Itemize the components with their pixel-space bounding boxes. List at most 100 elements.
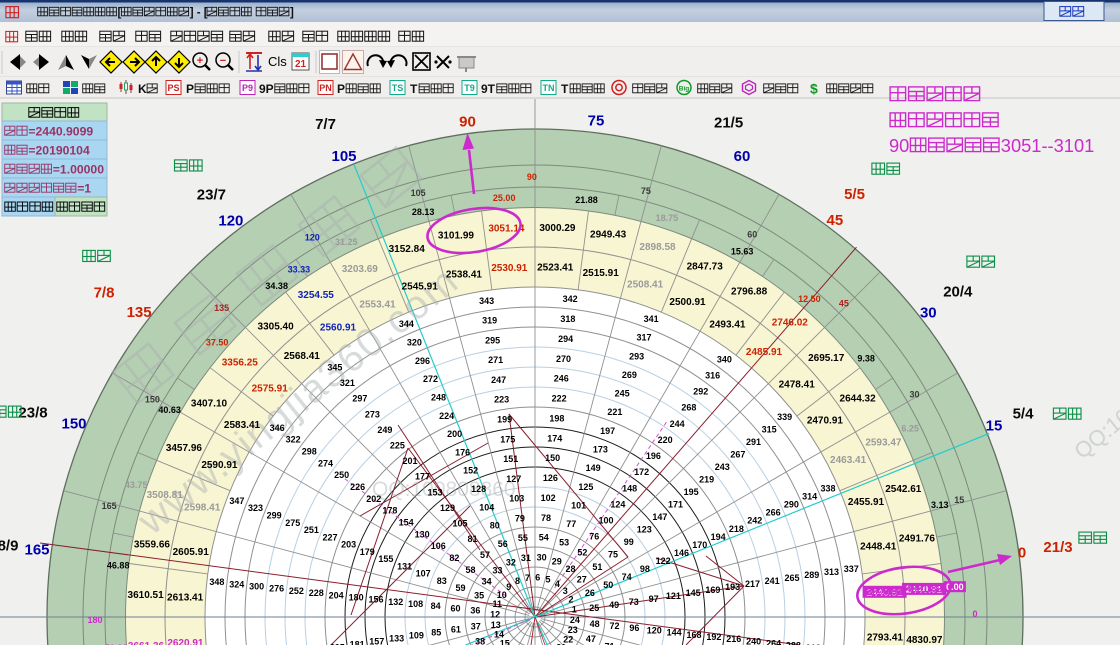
svg-text:340: 340 xyxy=(717,354,732,364)
svg-text:179: 179 xyxy=(360,547,375,557)
svg-text:5/4: 5/4 xyxy=(1013,406,1035,423)
svg-text:58: 58 xyxy=(465,565,475,575)
svg-text:226: 226 xyxy=(350,482,365,492)
svg-text:=1: =1 xyxy=(77,182,91,196)
svg-text:$: $ xyxy=(810,81,818,97)
svg-text:128: 128 xyxy=(471,484,486,494)
svg-text:Big: Big xyxy=(679,86,690,93)
svg-text:2620.91: 2620.91 xyxy=(167,638,204,645)
svg-text:31.25: 31.25 xyxy=(335,237,358,247)
svg-text:P: P xyxy=(337,82,345,96)
svg-text:0: 0 xyxy=(972,609,977,619)
svg-text:272: 272 xyxy=(423,374,438,384)
svg-text:200: 200 xyxy=(447,429,462,439)
svg-text:TN: TN xyxy=(543,83,555,93)
svg-text:9T: 9T xyxy=(481,82,496,96)
svg-text:33: 33 xyxy=(492,565,502,575)
svg-text:30: 30 xyxy=(909,389,919,399)
svg-text:43.75: 43.75 xyxy=(125,480,148,490)
svg-text:QQ:100808360: QQ:100808360 xyxy=(372,478,516,501)
svg-text:57: 57 xyxy=(480,550,490,560)
svg-text:7/8: 7/8 xyxy=(94,284,115,301)
svg-text:219: 219 xyxy=(699,475,714,485)
svg-text:82: 82 xyxy=(449,553,459,563)
svg-text:4: 4 xyxy=(555,579,560,589)
svg-text:246: 246 xyxy=(554,374,569,384)
svg-text:321: 321 xyxy=(340,378,355,388)
svg-text:72: 72 xyxy=(609,621,619,631)
svg-text:4881.82: 4881.82 xyxy=(906,584,943,595)
svg-text:339: 339 xyxy=(777,412,792,422)
svg-text:105: 105 xyxy=(331,148,356,165)
svg-text:317: 317 xyxy=(636,333,651,343)
svg-text:288: 288 xyxy=(786,641,801,645)
svg-text:148: 148 xyxy=(622,483,637,493)
svg-text:109: 109 xyxy=(409,630,424,640)
svg-text:T: T xyxy=(561,82,569,96)
svg-text:38: 38 xyxy=(475,636,485,645)
svg-text:24: 24 xyxy=(570,615,580,625)
svg-text:34.38: 34.38 xyxy=(265,281,288,291)
svg-text:152: 152 xyxy=(463,466,478,476)
svg-text:201: 201 xyxy=(402,456,417,466)
svg-text:341: 341 xyxy=(644,314,659,324)
svg-text:2545.91: 2545.91 xyxy=(402,282,439,293)
svg-text:53: 53 xyxy=(559,538,569,548)
svg-text:2542.61: 2542.61 xyxy=(885,484,922,495)
svg-text:150: 150 xyxy=(545,453,560,463)
svg-text:15.63: 15.63 xyxy=(731,247,754,257)
svg-text:337: 337 xyxy=(844,564,859,574)
svg-text:56: 56 xyxy=(498,539,508,549)
svg-text:55: 55 xyxy=(518,533,528,543)
svg-text:2695.17: 2695.17 xyxy=(808,353,845,364)
svg-text:245: 245 xyxy=(615,389,630,399)
svg-text:P9: P9 xyxy=(242,83,253,93)
svg-text:2560.91: 2560.91 xyxy=(320,323,357,334)
svg-text:5: 5 xyxy=(545,574,550,584)
svg-text:37.50: 37.50 xyxy=(206,338,229,348)
svg-text:3457.96: 3457.96 xyxy=(166,443,203,454)
svg-text:59: 59 xyxy=(455,583,465,593)
svg-text:106: 106 xyxy=(431,541,446,551)
svg-text:=1.00000: =1.00000 xyxy=(53,163,104,177)
svg-text:165: 165 xyxy=(102,501,117,511)
svg-text:21.88: 21.88 xyxy=(575,195,598,205)
svg-text:=2440.9099: =2440.9099 xyxy=(28,125,93,139)
svg-text:2598.41: 2598.41 xyxy=(184,502,221,513)
svg-text:3305.40: 3305.40 xyxy=(258,321,295,332)
svg-text:124: 124 xyxy=(610,499,625,509)
svg-text:7/7: 7/7 xyxy=(315,116,336,133)
svg-text:9.38: 9.38 xyxy=(857,354,875,364)
svg-text:61: 61 xyxy=(451,624,461,634)
svg-text:15: 15 xyxy=(500,638,510,645)
svg-text:313: 313 xyxy=(824,567,839,577)
svg-text:2515.91: 2515.91 xyxy=(583,268,620,279)
svg-text:217: 217 xyxy=(745,579,760,589)
svg-text:75: 75 xyxy=(588,113,605,130)
svg-text:104: 104 xyxy=(479,502,494,512)
svg-text:3407.10: 3407.10 xyxy=(191,398,228,409)
svg-text:170: 170 xyxy=(692,540,707,550)
svg-text:298: 298 xyxy=(302,446,317,456)
svg-text:147: 147 xyxy=(652,512,667,522)
svg-text:299: 299 xyxy=(267,511,282,521)
svg-text:174: 174 xyxy=(547,433,562,443)
svg-text:228: 228 xyxy=(309,588,324,598)
svg-text:21/5: 21/5 xyxy=(714,114,743,131)
svg-text:54: 54 xyxy=(539,533,549,543)
svg-text:13: 13 xyxy=(491,620,501,630)
svg-text:178: 178 xyxy=(382,506,397,516)
svg-text:274: 274 xyxy=(318,458,333,468)
svg-text:345: 345 xyxy=(327,363,342,373)
svg-text:247: 247 xyxy=(491,375,506,385)
svg-text:=20190104: =20190104 xyxy=(28,144,90,158)
svg-text:40.63: 40.63 xyxy=(158,405,181,415)
svg-text:34: 34 xyxy=(482,577,492,587)
svg-text:35: 35 xyxy=(474,590,484,600)
svg-text:2491.76: 2491.76 xyxy=(899,533,936,544)
svg-text:11: 11 xyxy=(492,599,502,609)
svg-text:2448.41: 2448.41 xyxy=(860,541,897,552)
svg-text:0: 0 xyxy=(1018,545,1026,562)
svg-text:3051--3101: 3051--3101 xyxy=(1001,135,1095,156)
svg-text:276: 276 xyxy=(269,584,284,594)
